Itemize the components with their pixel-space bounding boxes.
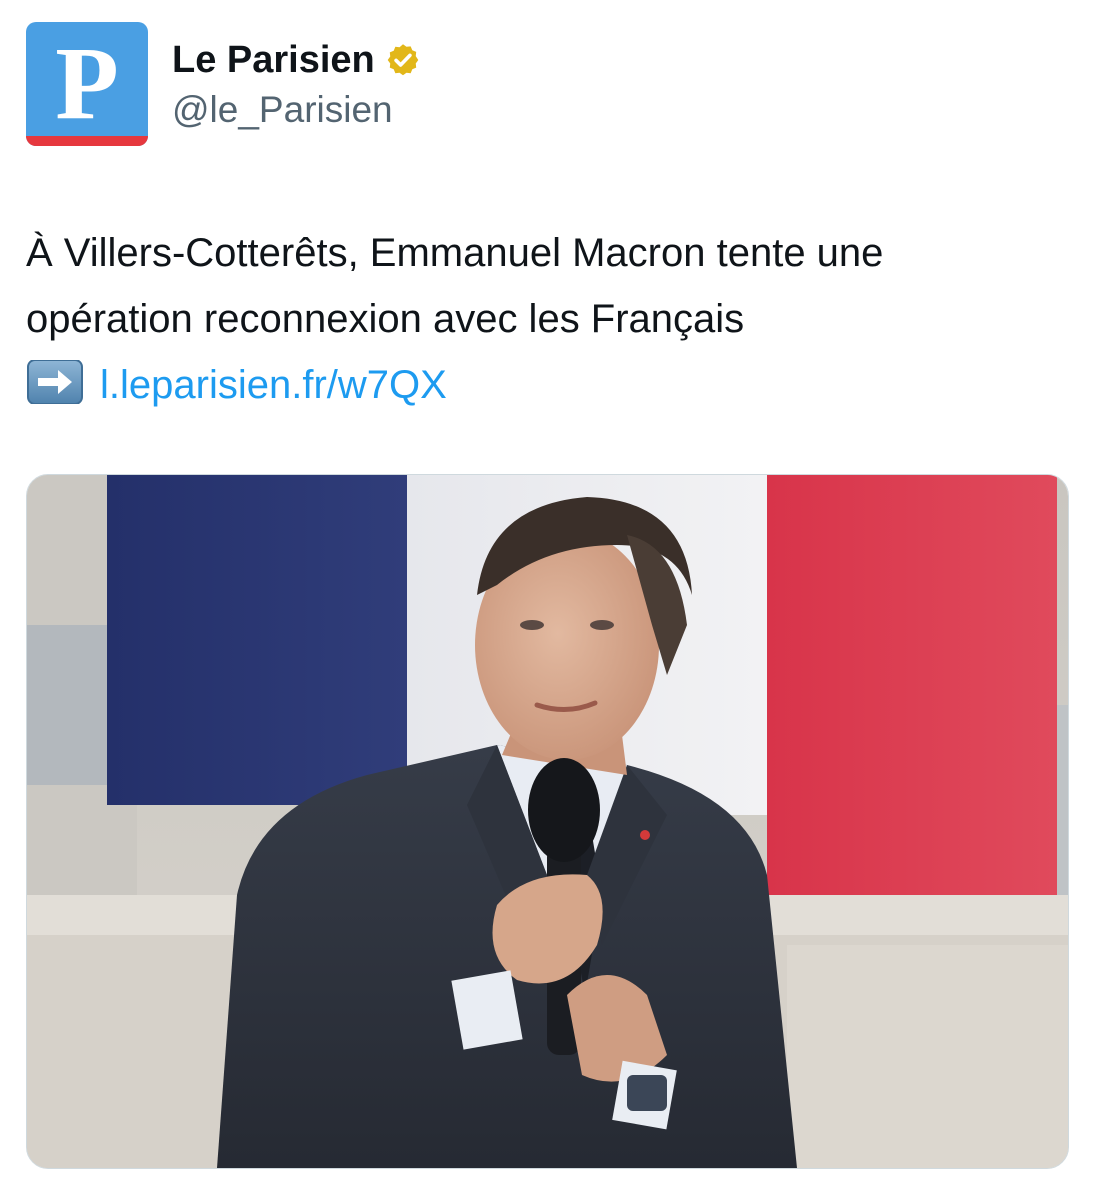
tweet-text: À Villers-Cotterêts, Emmanuel Macron ten… [26, 220, 1071, 418]
display-name[interactable]: Le Parisien [172, 38, 375, 82]
avatar-red-bar [26, 136, 148, 146]
user-handle[interactable]: @le_Parisien [172, 88, 393, 132]
verified-gold-icon [387, 44, 419, 76]
tweet-media-photo[interactable] [26, 474, 1069, 1169]
display-name-row: Le Parisien [172, 38, 421, 82]
tweet-card: P Le Parisien @le_Parisien À Villers-Cot… [0, 0, 1093, 1199]
avatar-logo-letter: P [55, 26, 119, 141]
photo-speaker-with-flag [27, 475, 1068, 1168]
avatar[interactable]: P [26, 22, 148, 146]
tweet-link[interactable]: l.leparisien.fr/w7QX [100, 363, 447, 407]
tweet-link-line: l.leparisien.fr/w7QX [26, 352, 1071, 418]
tweet-text-line-2: opération reconnexion avec les Français [26, 297, 745, 341]
tweet-text-line-1: À Villers-Cotterêts, Emmanuel Macron ten… [26, 231, 884, 275]
right-arrow-emoji-icon [27, 360, 83, 404]
